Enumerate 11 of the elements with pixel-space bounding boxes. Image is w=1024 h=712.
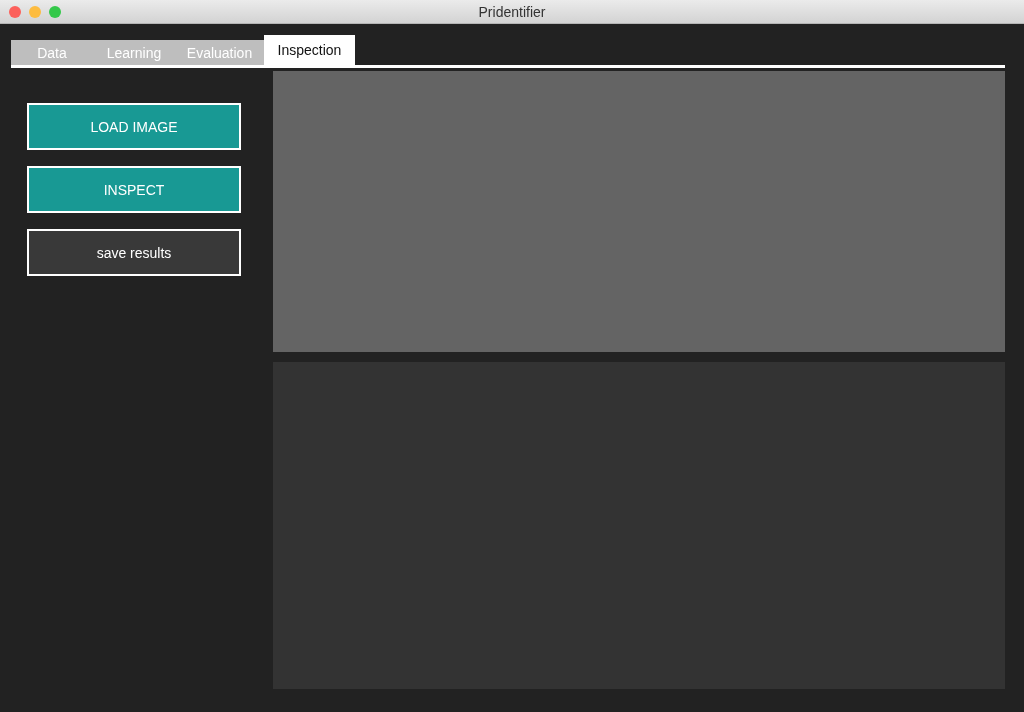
tab[interactable]: Inspection bbox=[264, 35, 355, 65]
action-button[interactable]: INSPECT bbox=[27, 166, 241, 213]
close-icon[interactable] bbox=[9, 5, 21, 18]
window-title: Pridentifier bbox=[478, 3, 546, 20]
action-button[interactable]: LOAD IMAGE bbox=[27, 103, 241, 150]
tab[interactable]: Data bbox=[11, 40, 93, 65]
tab[interactable]: Learning bbox=[93, 40, 175, 65]
zoom-icon[interactable] bbox=[49, 5, 61, 18]
save-button[interactable]: save results bbox=[27, 229, 241, 276]
tab[interactable]: Evaluation bbox=[175, 40, 264, 65]
minimize-icon[interactable] bbox=[29, 5, 41, 18]
